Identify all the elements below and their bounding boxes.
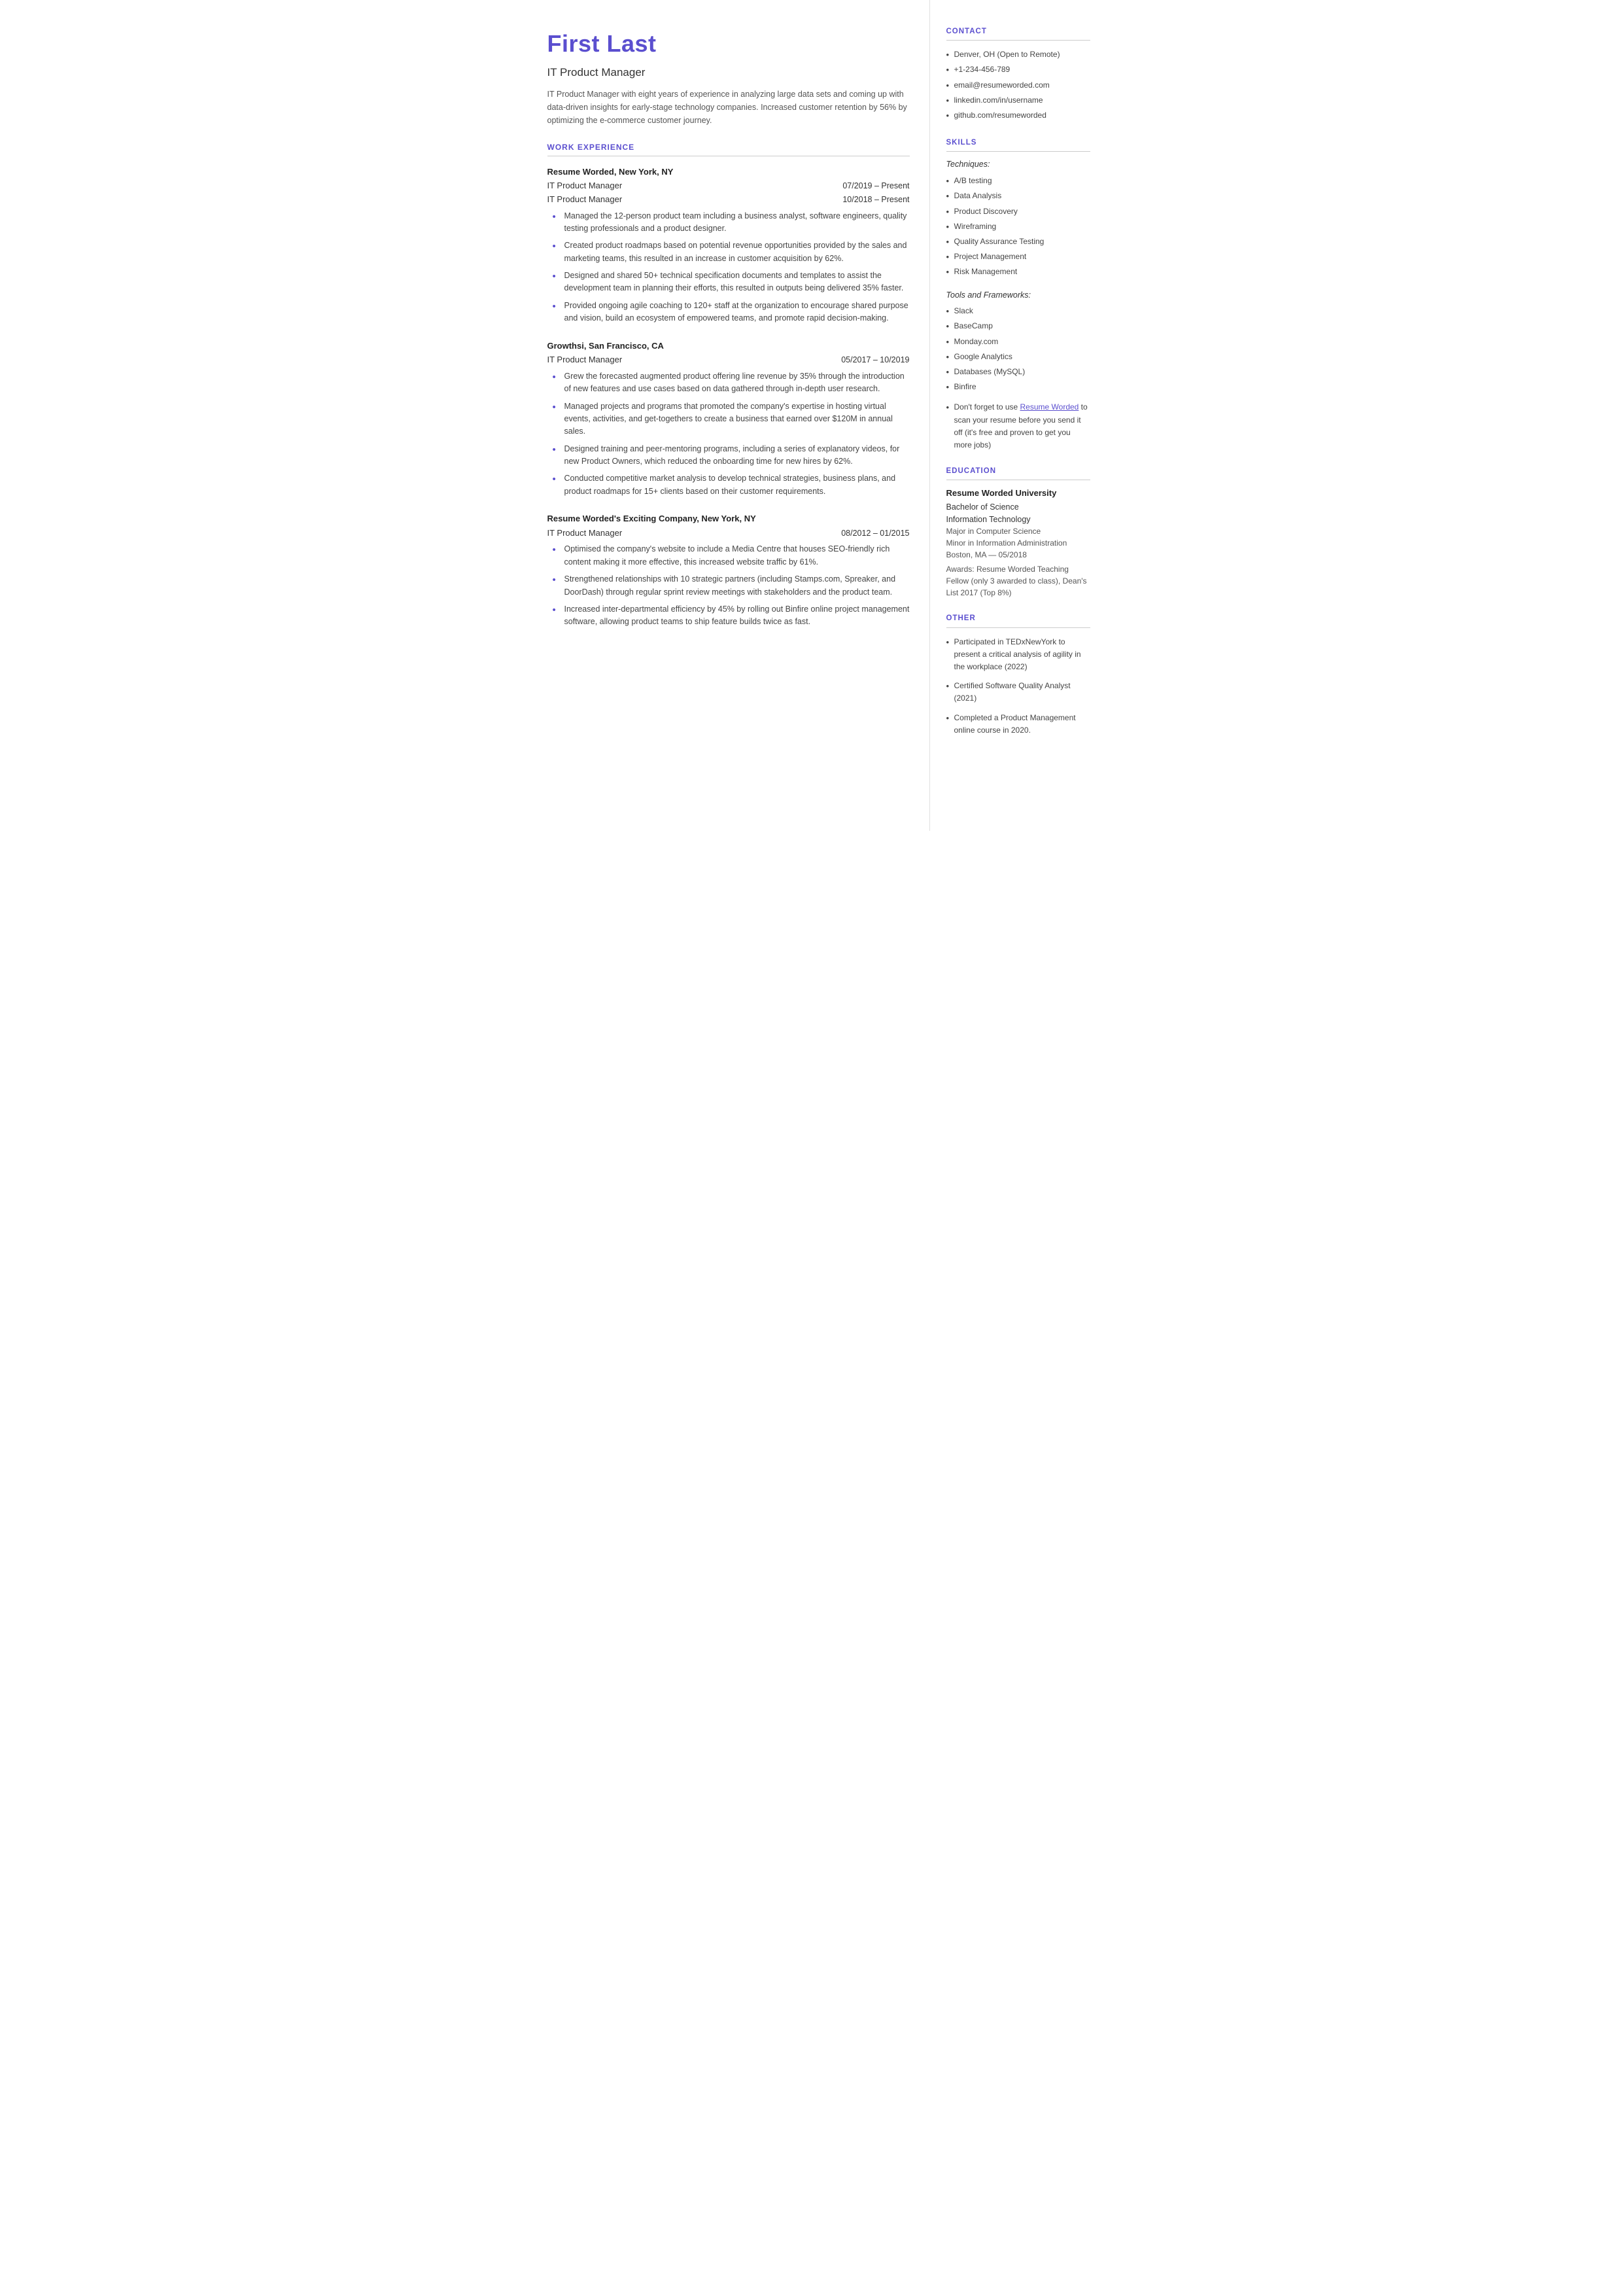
company-name-3: Resume Worded's Exciting Company, New Yo…	[547, 512, 910, 525]
skills-section: SKILLS Techniques: A/B testing Data Anal…	[946, 137, 1090, 451]
skill-technique-3: Wireframing	[946, 219, 1090, 234]
skill-technique-4: Quality Assurance Testing	[946, 234, 1090, 249]
edu-field: Information Technology	[946, 514, 1090, 526]
bullet-2-2: Managed projects and programs that promo…	[553, 400, 910, 438]
job-dates-1b: 10/2018 – Present	[842, 194, 909, 206]
edu-minor: Minor in Information Administration	[946, 537, 1090, 549]
job-bullets-3: Optimised the company's website to inclu…	[553, 543, 910, 628]
company-name-2: Growthsi, San Francisco, CA	[547, 340, 910, 353]
promo-before: Don't forget to use	[954, 402, 1020, 412]
company-name-1: Resume Worded, New York, NY	[547, 166, 910, 179]
edu-major: Major in Computer Science	[946, 525, 1090, 537]
contact-item-4: github.com/resumeworded	[946, 108, 1090, 123]
resume-page: First Last IT Product Manager IT Product…	[518, 0, 1107, 831]
job-row-1b: IT Product Manager 10/2018 – Present	[547, 193, 910, 206]
bullet-1-3: Designed and shared 50+ technical specif…	[553, 270, 910, 295]
skill-technique-1: Data Analysis	[946, 188, 1090, 203]
bullet-3-3: Increased inter-departmental efficiency …	[553, 603, 910, 629]
candidate-name: First Last	[547, 26, 910, 61]
left-column: First Last IT Product Manager IT Product…	[518, 0, 930, 831]
right-column: CONTACT Denver, OH (Open to Remote) +1-2…	[930, 0, 1107, 831]
job-dates-1a: 07/2019 – Present	[842, 180, 909, 192]
contact-section-title: CONTACT	[946, 26, 1090, 41]
bullet-2-1: Grew the forecasted augmented product of…	[553, 370, 910, 396]
education-section-title: EDUCATION	[946, 466, 1090, 480]
bullet-2-4: Conducted competitive market analysis to…	[553, 472, 910, 498]
bullet-1-2: Created product roadmaps based on potent…	[553, 239, 910, 265]
skill-tool-5: Binfire	[946, 379, 1090, 394]
other-section: OTHER Participated in TEDxNewYork to pre…	[946, 613, 1090, 738]
tools-label: Tools and Frameworks:	[946, 289, 1090, 302]
bullet-3-1: Optimised the company's website to inclu…	[553, 543, 910, 569]
contact-item-0: Denver, OH (Open to Remote)	[946, 47, 1090, 62]
job-dates-2a: 05/2017 – 10/2019	[841, 354, 909, 366]
contact-item-2: email@resumeworded.com	[946, 78, 1090, 93]
bullet-3-2: Strengthened relationships with 10 strat…	[553, 573, 910, 599]
contact-section: CONTACT Denver, OH (Open to Remote) +1-2…	[946, 26, 1090, 123]
edu-location-date: Boston, MA — 05/2018	[946, 549, 1090, 561]
skill-tool-0: Slack	[946, 304, 1090, 319]
bullet-1-4: Provided ongoing agile coaching to 120+ …	[553, 300, 910, 325]
skill-technique-2: Product Discovery	[946, 204, 1090, 219]
job-title-1b: IT Product Manager	[547, 193, 623, 206]
job-title-2a: IT Product Manager	[547, 353, 623, 366]
bullet-1-1: Managed the 12-person product team inclu…	[553, 210, 910, 236]
skill-tool-2: Monday.com	[946, 334, 1090, 349]
skill-tool-3: Google Analytics	[946, 349, 1090, 364]
job-dates-3a: 08/2012 – 01/2015	[841, 527, 909, 540]
job-bullets-2: Grew the forecasted augmented product of…	[553, 370, 910, 498]
job-title-1a: IT Product Manager	[547, 179, 623, 192]
candidate-title: IT Product Manager	[547, 64, 910, 81]
education-section: EDUCATION Resume Worded University Bache…	[946, 466, 1090, 599]
bullet-2-3: Designed training and peer-mentoring pro…	[553, 443, 910, 468]
job-title-3a: IT Product Manager	[547, 527, 623, 540]
skill-technique-5: Project Management	[946, 249, 1090, 264]
work-experience-section-title: WORK EXPERIENCE	[547, 141, 910, 156]
contact-item-3: linkedin.com/in/username	[946, 93, 1090, 108]
skill-technique-6: Risk Management	[946, 264, 1090, 279]
job-bullets-1: Managed the 12-person product team inclu…	[553, 210, 910, 325]
other-section-title: OTHER	[946, 613, 1090, 627]
other-item-0: Participated in TEDxNewYork to present a…	[946, 635, 1090, 675]
other-item-2: Completed a Product Management online co…	[946, 710, 1090, 738]
techniques-label: Techniques:	[946, 158, 1090, 171]
contact-item-1: +1-234-456-789	[946, 62, 1090, 77]
job-row-3a: IT Product Manager 08/2012 – 01/2015	[547, 527, 910, 540]
skill-tool-4: Databases (MySQL)	[946, 364, 1090, 379]
job-row-2a: IT Product Manager 05/2017 – 10/2019	[547, 353, 910, 366]
edu-degree: Bachelor of Science	[946, 501, 1090, 514]
promo-link[interactable]: Resume Worded	[1020, 402, 1079, 412]
job-row-1a: IT Product Manager 07/2019 – Present	[547, 179, 910, 192]
other-item-1: Certified Software Quality Analyst (2021…	[946, 678, 1090, 706]
job-block-1: Resume Worded, New York, NY IT Product M…	[547, 166, 910, 325]
job-block-2: Growthsi, San Francisco, CA IT Product M…	[547, 340, 910, 499]
job-block-3: Resume Worded's Exciting Company, New Yo…	[547, 512, 910, 629]
candidate-summary: IT Product Manager with eight years of e…	[547, 88, 910, 127]
edu-institution: Resume Worded University	[946, 487, 1090, 500]
edu-awards: Awards: Resume Worded Teaching Fellow (o…	[946, 563, 1090, 599]
skill-tool-1: BaseCamp	[946, 319, 1090, 334]
skill-technique-0: A/B testing	[946, 173, 1090, 188]
skills-section-title: SKILLS	[946, 137, 1090, 152]
skills-promo: Don't forget to use Resume Worded to sca…	[946, 401, 1090, 451]
